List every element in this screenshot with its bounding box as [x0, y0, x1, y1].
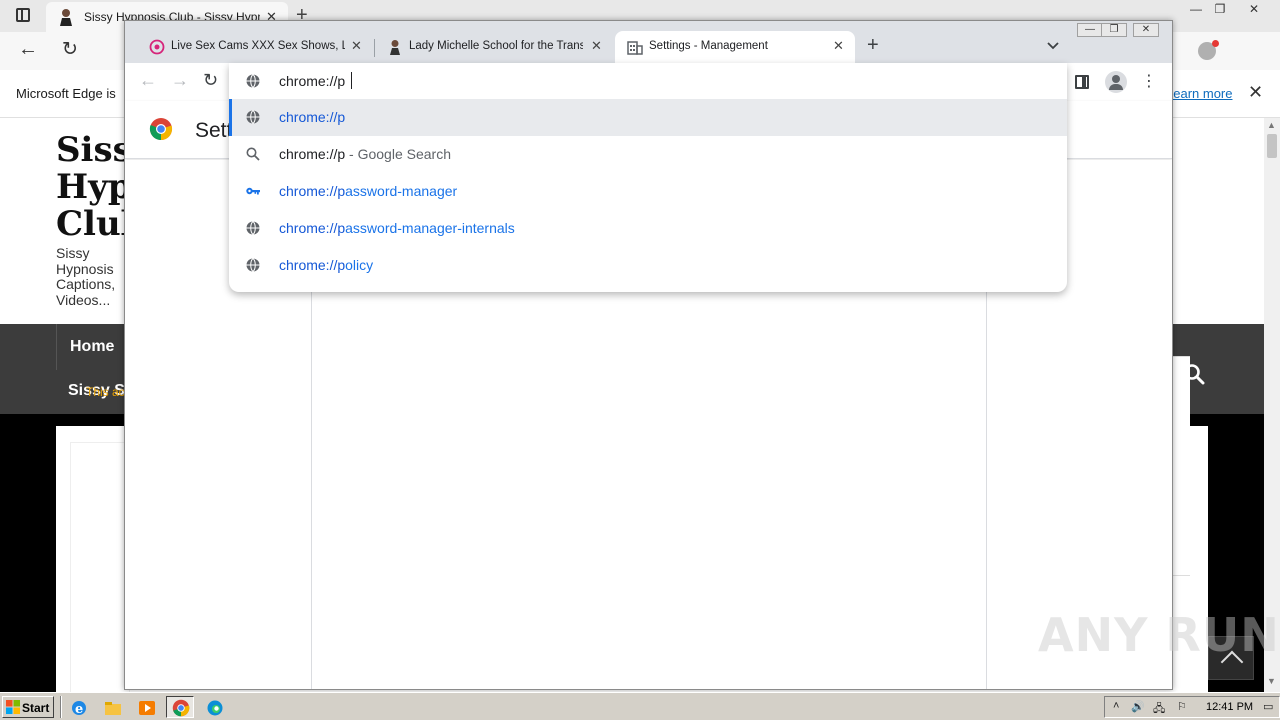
chrome-reload-button[interactable]: ↻: [203, 70, 218, 91]
taskbar-clock[interactable]: 12:41 PM: [1206, 701, 1253, 713]
media-player-icon[interactable]: [132, 696, 160, 718]
chrome-tabstrip: Live Sex Cams XXX Sex Shows, Live ✕ Lady…: [125, 21, 1172, 63]
site-tagline: Sissy Hypnosis Captions, Videos... Bimbo…: [56, 246, 116, 308]
suggestion-match: chrome://p: [279, 146, 346, 162]
chrome-tab[interactable]: Lady Michelle School for the Transgender…: [375, 31, 613, 63]
suggestion-rest: assword-manager: [345, 183, 458, 199]
tab-search-chevron-icon[interactable]: [1045, 37, 1061, 53]
suggestion-match: chrome://p: [279, 109, 346, 125]
start-button[interactable]: Start: [2, 696, 54, 718]
site-content-card: [70, 442, 130, 702]
suggestion-match: chrome://p: [279, 220, 346, 236]
action-center-flag-icon[interactable]: ⚐: [1177, 700, 1187, 713]
edge-profile-avatar[interactable]: [1198, 40, 1219, 60]
scroll-down-icon[interactable]: ▼: [1267, 676, 1276, 686]
infobar-close-icon[interactable]: ✕: [1248, 82, 1263, 103]
omnibox-suggestion[interactable]: chrome://password-manager-internals: [229, 210, 1067, 247]
scrollbar-thumb[interactable]: [1267, 134, 1277, 158]
start-label: Start: [22, 701, 50, 715]
file-explorer-icon[interactable]: [98, 696, 126, 718]
cam-site-favicon-icon: [149, 39, 165, 55]
tray-expand-icon[interactable]: ˄: [1113, 700, 1119, 712]
chrome-tab-title: Settings - Management: [649, 40, 768, 52]
site-sidebar-box: [1172, 356, 1190, 576]
chrome-minimize-button[interactable]: —: [1077, 23, 1103, 37]
globe-icon: [246, 110, 260, 124]
omnibox-popup: chrome://p chrome://p chrome://p - Googl…: [229, 63, 1067, 292]
omnibox-suggestion[interactable]: chrome://p: [229, 99, 1067, 136]
chrome-tab-title: Live Sex Cams XXX Sex Shows, Live: [171, 40, 345, 52]
infobar-learn-more-link[interactable]: Learn more: [1166, 86, 1232, 101]
suggestion-match: chrome://p: [279, 257, 346, 273]
scroll-up-icon[interactable]: ▲: [1267, 120, 1276, 130]
chrome-new-tab-button[interactable]: +: [867, 34, 879, 57]
building-favicon-icon: [627, 41, 643, 55]
infobar-message: Microsoft Edge is: [16, 86, 116, 101]
suggestion-match: chrome://p: [279, 183, 346, 199]
tab-close-icon[interactable]: ✕: [833, 38, 844, 54]
suggestion-rest: olicy: [345, 257, 374, 273]
chrome-taskbar-icon[interactable]: [166, 696, 194, 718]
omnibox-suggestion[interactable]: chrome://p - Google Search: [229, 136, 1067, 173]
chrome-close-button[interactable]: ✕: [1133, 23, 1159, 37]
chrome-menu-icon[interactable]: ⋮: [1141, 71, 1157, 91]
chrome-profile-avatar[interactable]: [1105, 71, 1127, 93]
chrome-tab-title: Lady Michelle School for the Transgender: [409, 40, 583, 52]
edge-taskbar-icon[interactable]: [200, 696, 228, 718]
omnibox-suggestion[interactable]: chrome://password-manager: [229, 173, 1067, 210]
nav-home-label: Home: [70, 338, 115, 355]
volume-icon[interactable]: 🔊: [1131, 700, 1145, 713]
chrome-logo-icon: [149, 118, 173, 141]
nav-item-home[interactable]: Home: [56, 324, 126, 370]
taskbar-separator: [60, 696, 62, 718]
side-panel-icon[interactable]: [1075, 75, 1089, 89]
edge-back-button[interactable]: ←: [18, 38, 38, 61]
text-caret: [351, 72, 352, 89]
show-desktop-icon[interactable]: ▭: [1263, 700, 1273, 713]
omnibox-input[interactable]: chrome://p: [279, 73, 345, 89]
edge-scrollbar[interactable]: ▲ ▼: [1264, 118, 1280, 692]
site-title[interactable]: Sissy Hypnosis Club: [56, 132, 126, 244]
chrome-forward-button[interactable]: →: [171, 70, 189, 91]
person-favicon-icon: [390, 40, 400, 55]
anyrun-watermark: ANY RUN: [1038, 608, 1280, 662]
omnibox-input-row[interactable]: chrome://p: [229, 63, 1067, 99]
tab-actions-icon[interactable]: [16, 8, 30, 22]
system-tray: ˄ 🔊 🖧 ⚐ ▭: [1104, 696, 1280, 718]
edge-restore-button[interactable]: ❐: [1204, 0, 1236, 18]
windows-taskbar: Start e ˄ 🔊 🖧 ⚐ ▭ 12:41 PM: [0, 692, 1280, 720]
chrome-restore-button[interactable]: ❐: [1101, 23, 1127, 37]
globe-icon: [246, 74, 260, 88]
globe-icon: [246, 258, 260, 272]
windows-flag-icon: [6, 700, 20, 714]
site-warning-text: This account is invalid... If this is an…: [86, 385, 126, 399]
edge-close-button[interactable]: ✕: [1238, 0, 1270, 18]
suggestion-rest: assword-manager-internals: [345, 220, 515, 236]
network-icon[interactable]: 🖧: [1153, 700, 1165, 719]
key-icon: [246, 187, 260, 195]
tab-close-icon[interactable]: ✕: [351, 38, 362, 54]
search-icon: [246, 147, 260, 161]
tab-close-icon[interactable]: ✕: [591, 38, 602, 54]
avatar-favicon-icon: [60, 9, 72, 26]
globe-icon: [246, 221, 260, 235]
chrome-back-button[interactable]: ←: [139, 70, 157, 91]
suggestion-rest: - Google Search: [345, 146, 451, 162]
chrome-tab[interactable]: Live Sex Cams XXX Sex Shows, Live ✕: [137, 31, 375, 63]
chrome-tab-active[interactable]: Settings - Management ✕: [615, 31, 855, 63]
internet-explorer-icon[interactable]: e: [64, 696, 92, 718]
omnibox-suggestion[interactable]: chrome://policy: [229, 247, 1067, 284]
svg-text:e: e: [75, 702, 83, 717]
edge-reload-button[interactable]: ↻: [62, 38, 78, 61]
